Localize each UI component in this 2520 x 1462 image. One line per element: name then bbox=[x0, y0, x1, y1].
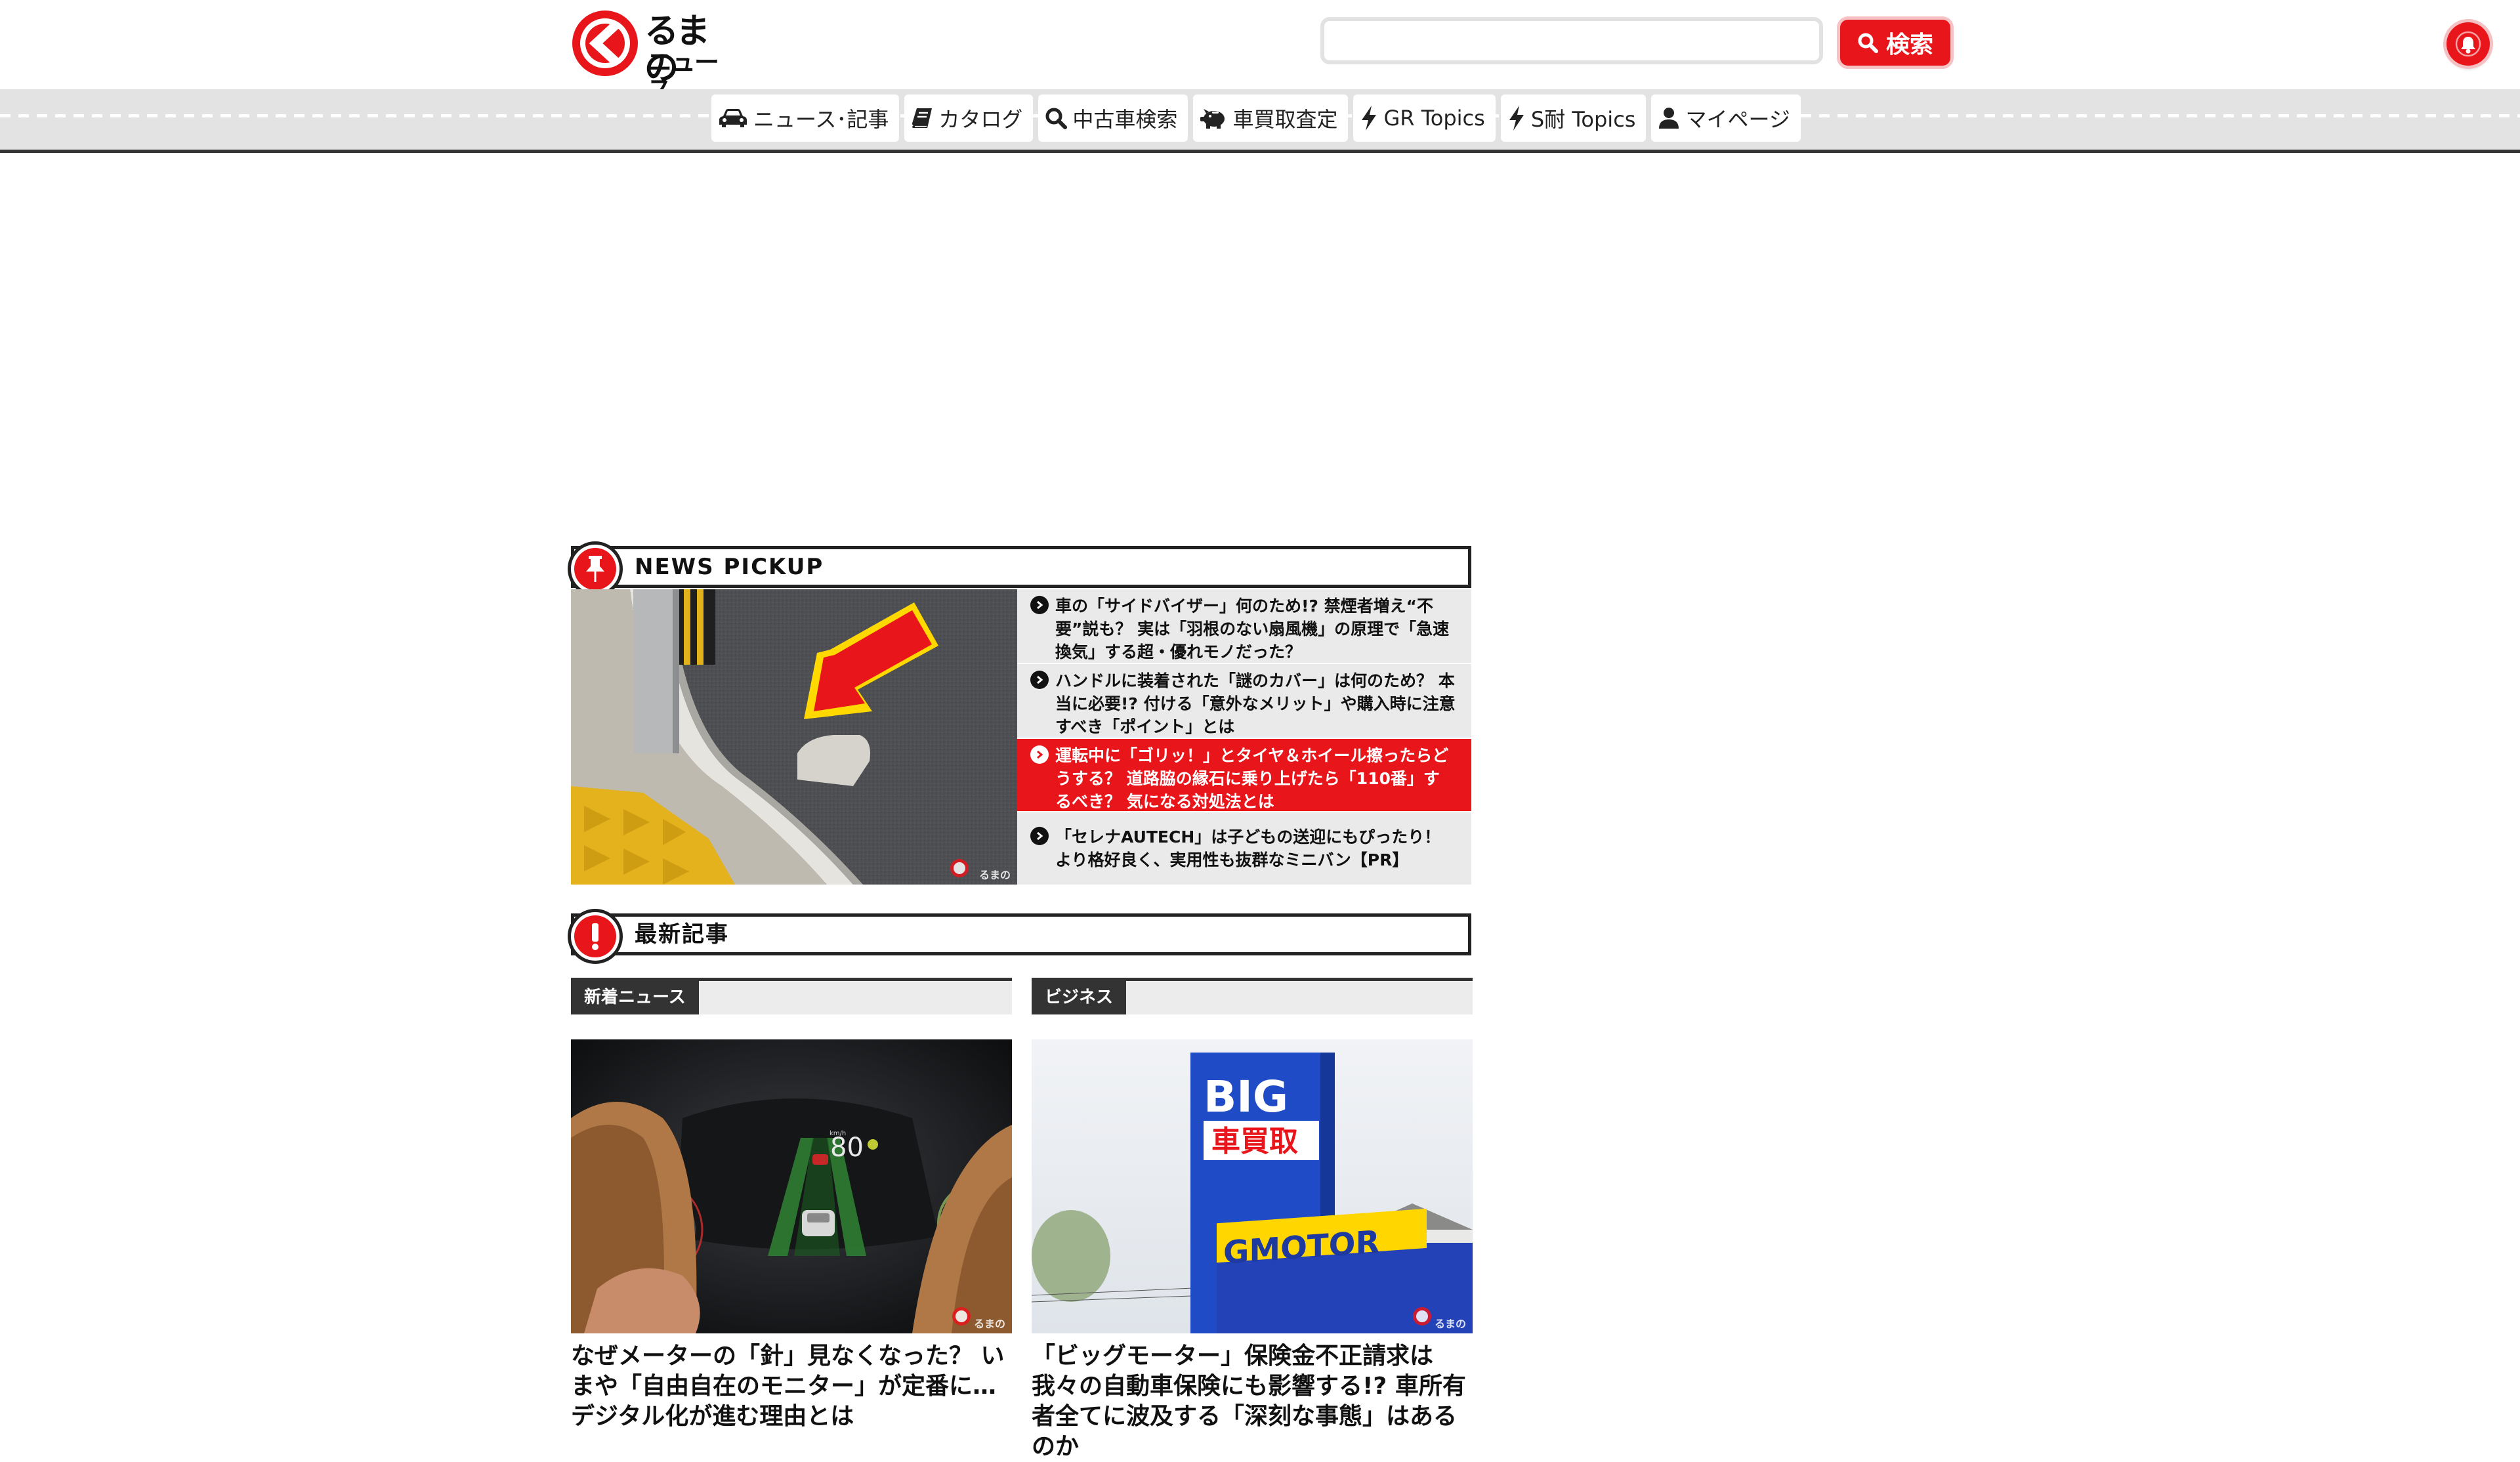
logo-mark-icon bbox=[572, 10, 638, 76]
article-title[interactable]: なぜメーターの「針」見なくなった？ いまや「自由自在のモニター」が定番に…デジタ… bbox=[571, 1341, 1012, 1432]
news-pickup-badge bbox=[568, 541, 623, 596]
site-header: るまの ニュース 検索 bbox=[0, 0, 2520, 104]
nav-item-catalog[interactable]: カタログ bbox=[904, 94, 1034, 142]
photo-watermark: るまの bbox=[974, 1319, 1005, 1329]
latest-articles-header: 最新記事 bbox=[568, 909, 1471, 964]
news-pickup-title: NEWS PICKUP bbox=[635, 554, 824, 580]
category-label[interactable]: 新着ニュース bbox=[571, 981, 699, 1014]
book-icon bbox=[912, 108, 933, 128]
bell-icon bbox=[2455, 31, 2481, 57]
article-thumbnail[interactable]: BIG 車買取 GMOTOR るまの bbox=[1032, 1039, 1473, 1333]
search-input[interactable] bbox=[1320, 17, 1823, 64]
meter-photo: 80 km/h bbox=[571, 1039, 1012, 1333]
pickup-item-text: ハンドルに装着された「謎のカバー」は何のため？ 本当に必要!? 付ける「意外なメ… bbox=[1055, 671, 1456, 736]
nav-item-gr-topics[interactable]: GR Topics bbox=[1353, 94, 1496, 142]
article-title[interactable]: 「ビッグモーター」保険金不正請求は我々の自動車保険にも影響する!? 車所有者全て… bbox=[1032, 1341, 1473, 1462]
speed-unit: km/h bbox=[830, 1130, 846, 1137]
category-bar-business: ビジネス bbox=[1032, 978, 1473, 1014]
nav-item-label: S耐 Topics bbox=[1530, 107, 1636, 132]
watermark-text: るまの bbox=[973, 1318, 1005, 1330]
search-icon bbox=[1045, 108, 1068, 129]
latest-articles-title: 最新記事 bbox=[635, 921, 729, 948]
watermark-text: るまの bbox=[1434, 1318, 1466, 1330]
pickup-list: 車の「サイドバイザー」何のため!? 禁煙者増え“不要”説も？ 実は「羽根のない扇… bbox=[1017, 589, 1471, 885]
pickup-list-item[interactable]: 「セレナAUTECH」は子どもの送迎にもぴったり！ より格好良く、実用性も抜群な… bbox=[1017, 812, 1471, 885]
car-icon bbox=[719, 109, 747, 127]
piggy-bank-icon bbox=[1200, 109, 1225, 129]
search-icon bbox=[1858, 33, 1878, 53]
nav-item-car-appraisal[interactable]: 車買取査定 bbox=[1193, 94, 1349, 142]
main-nav: ニュース･記事 カタログ 中古車検索 車買取査定 GR Topics S耐 To… bbox=[711, 94, 1801, 142]
latest-articles-badge bbox=[568, 909, 623, 964]
sign-kaitori-text: 車買取 bbox=[1211, 1125, 1298, 1158]
nav-item-label: カタログ bbox=[938, 107, 1023, 132]
pickup-item-text: 車の「サイドバイザー」何のため!? 禁煙者増え“不要”説も？ 実は「羽根のない扇… bbox=[1055, 596, 1450, 661]
news-pickup-header: NEWS PICKUP bbox=[568, 541, 1471, 596]
pickup-list-item[interactable]: ハンドルに装着された「謎のカバー」は何のため？ 本当に必要!? 付ける「意外なメ… bbox=[1017, 664, 1471, 738]
bigmotor-photo: BIG 車買取 GMOTOR bbox=[1032, 1039, 1473, 1333]
pickup-item-text: 運転中に「ゴリッ！」とタイヤ＆ホイール擦ったらどうする？ 道路脇の縁石に乗り上げ… bbox=[1055, 746, 1449, 811]
chevron-right-icon bbox=[1030, 596, 1049, 614]
pin-icon bbox=[586, 556, 604, 582]
nav-item-mypage[interactable]: マイページ bbox=[1651, 94, 1801, 142]
nav-item-label: マイページ bbox=[1685, 107, 1790, 132]
search-button[interactable]: 検索 bbox=[1840, 20, 1950, 66]
site-logo[interactable]: るまの ニュース bbox=[570, 8, 727, 104]
nav-item-s-tai-topics[interactable]: S耐 Topics bbox=[1500, 94, 1647, 142]
user-icon bbox=[1659, 108, 1679, 129]
pickup-item-text: 「セレナAUTECH」は子どもの送迎にもぴったり！ より格好良く、実用性も抜群な… bbox=[1055, 827, 1441, 869]
chevron-right-icon bbox=[1030, 745, 1049, 764]
pickup-image[interactable]: るまの bbox=[571, 589, 1017, 885]
category-bar-news: 新着ニュース bbox=[571, 978, 1012, 1014]
pickup-photo bbox=[571, 589, 1017, 885]
photo-watermark: るまの bbox=[979, 870, 1011, 881]
nav-item-label: GR Topics bbox=[1383, 106, 1485, 131]
pickup-list-item[interactable]: 車の「サイドバイザー」何のため!? 禁煙者増え“不要”説も？ 実は「羽根のない扇… bbox=[1017, 589, 1471, 663]
sign-big-text: BIG bbox=[1204, 1072, 1288, 1122]
nav-item-label: 車買取査定 bbox=[1232, 107, 1338, 132]
category-label[interactable]: ビジネス bbox=[1032, 981, 1127, 1014]
nav-item-label: ニュース･記事 bbox=[753, 107, 889, 132]
bolt-icon bbox=[1362, 106, 1377, 131]
search-button-label: 検索 bbox=[1885, 31, 1933, 58]
nav-item-used-car-search[interactable]: 中古車検索 bbox=[1038, 94, 1188, 142]
nav-item-news[interactable]: ニュース･記事 bbox=[711, 94, 900, 142]
notification-bell-button[interactable] bbox=[2446, 22, 2490, 66]
pickup-list-item-active[interactable]: 運転中に「ゴリッ！」とタイヤ＆ホイール擦ったらどうする？ 道路脇の縁石に乗り上げ… bbox=[1017, 739, 1471, 811]
ad-space bbox=[0, 153, 2520, 537]
nav-item-label: 中古車検索 bbox=[1072, 107, 1178, 132]
article-thumbnail[interactable]: 80 km/h るまの bbox=[571, 1039, 1012, 1333]
photo-watermark: るまの bbox=[1435, 1319, 1466, 1329]
chevron-right-icon bbox=[1030, 827, 1049, 845]
exclamation-icon bbox=[592, 923, 598, 950]
watermark-text: るまの bbox=[978, 869, 1011, 881]
bolt-icon bbox=[1509, 106, 1524, 131]
chevron-right-icon bbox=[1030, 671, 1049, 689]
